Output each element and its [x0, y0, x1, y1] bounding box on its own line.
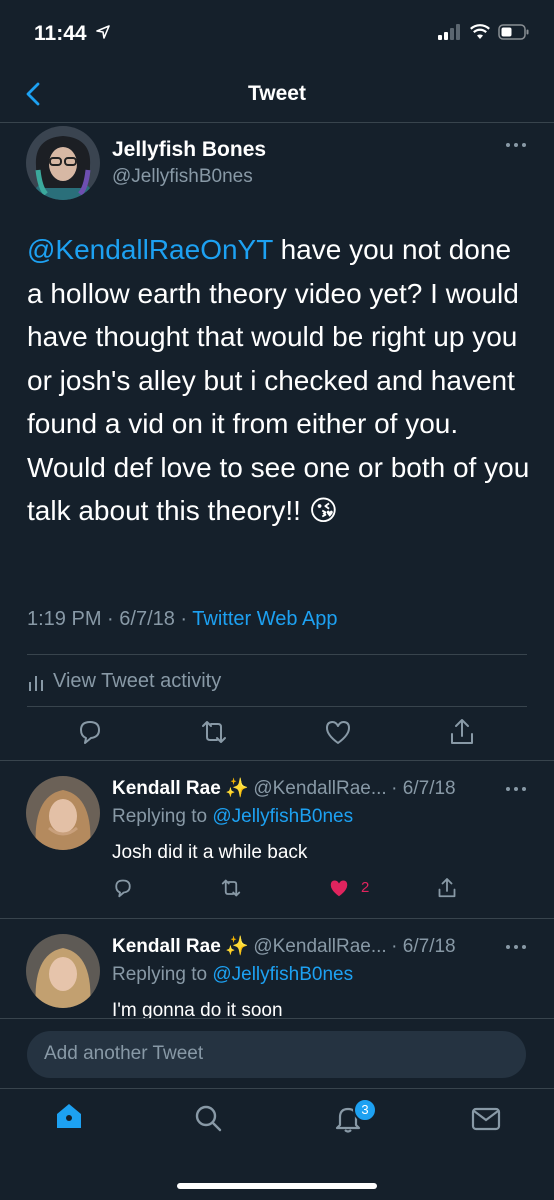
like-icon[interactable] — [322, 716, 354, 748]
reply-avatar[interactable] — [26, 934, 100, 1008]
reply-text: Josh did it a while back — [112, 842, 308, 863]
replying-to-link[interactable]: @JellyfishB0nes — [212, 806, 353, 827]
location-arrow-icon — [96, 25, 111, 39]
compose-placeholder: Add another Tweet — [44, 1043, 204, 1064]
author-name[interactable]: Jellyfish Bones — [112, 138, 266, 162]
replying-to-link[interactable]: @JellyfishB0nes — [212, 964, 353, 985]
like-count: 2 — [361, 879, 370, 896]
author-avatar[interactable] — [26, 126, 100, 200]
battery-icon — [498, 24, 529, 40]
share-icon[interactable] — [446, 716, 478, 748]
header-divider — [0, 122, 554, 123]
reply-author-handle[interactable]: @KendallRae... — [253, 936, 386, 957]
tweet-time: 1:19 PM — [27, 608, 102, 630]
retweet-icon[interactable] — [219, 876, 243, 900]
reply-text: I'm gonna do it soon — [112, 1000, 283, 1018]
more-icon[interactable] — [505, 786, 527, 792]
share-icon[interactable] — [435, 876, 459, 900]
page-title: Tweet — [248, 82, 306, 105]
main-tweet-divider — [0, 760, 554, 761]
view-activity-label: View Tweet activity — [53, 670, 222, 692]
compose-divider — [0, 1018, 554, 1019]
home-indicator — [177, 1183, 377, 1189]
more-icon[interactable] — [505, 142, 527, 148]
replying-to-label: Replying to — [112, 806, 213, 827]
status-time: 11:44 — [34, 22, 111, 46]
reply-header: Kendall Rae ✨ @KendallRae... · 6/7/18 — [112, 934, 456, 958]
reply-avatar-image — [26, 776, 100, 850]
reply-avatar[interactable] — [26, 776, 100, 850]
reply-author-handle[interactable]: @KendallRae... — [253, 778, 386, 799]
reply-avatar-image — [26, 934, 100, 1008]
tweet-text: @KendallRaeOnYT have you not done a holl… — [27, 228, 532, 533]
status-time-text: 11:44 — [34, 22, 87, 45]
tweet-source-link[interactable]: Twitter Web App — [192, 608, 337, 630]
reply-icon[interactable] — [74, 716, 106, 748]
reply-author-name[interactable]: Kendall Rae — [112, 778, 221, 799]
sparkles-icon: ✨ — [225, 936, 249, 957]
replying-to: Replying to @JellyfishB0nes — [112, 964, 353, 986]
liked-heart-icon[interactable] — [327, 876, 351, 900]
view-activity-link[interactable]: View Tweet activity — [27, 670, 221, 693]
tweet-mention-link[interactable]: @KendallRaeOnYT — [27, 234, 273, 265]
reply-author-name[interactable]: Kendall Rae — [112, 936, 221, 957]
more-icon[interactable] — [505, 944, 527, 950]
reply-date: · 6/7/18 — [391, 936, 456, 957]
reply-divider — [0, 918, 554, 919]
tweet-meta: 1:19 PM · 6/7/18 · Twitter Web App — [27, 608, 338, 631]
notifications-badge: 3 — [353, 1098, 377, 1122]
status-indicators — [438, 24, 530, 40]
retweet-icon[interactable] — [198, 716, 230, 748]
meta-separator-2: · — [174, 608, 193, 630]
meta-divider — [27, 654, 527, 655]
reply-tweet[interactable]: Kendall Rae ✨ @KendallRae... · 6/7/18 Re… — [0, 762, 554, 916]
tweet-date: 6/7/18 — [119, 608, 175, 630]
messages-icon[interactable] — [471, 1106, 501, 1132]
reply-tweet[interactable]: Kendall Rae ✨ @KendallRae... · 6/7/18 Re… — [0, 920, 554, 1018]
reply-header: Kendall Rae ✨ @KendallRae... · 6/7/18 — [112, 776, 456, 800]
author-handle[interactable]: @JellyfishB0nes — [112, 166, 253, 188]
reply-date: · 6/7/18 — [391, 778, 456, 799]
wifi-icon — [470, 24, 490, 39]
bar-chart-icon — [29, 675, 43, 691]
signal-icon — [438, 24, 460, 40]
replying-to-label: Replying to — [112, 964, 213, 985]
activity-divider — [27, 706, 527, 707]
reply-icon[interactable] — [111, 876, 135, 900]
home-icon[interactable] — [53, 1100, 85, 1132]
sparkles-icon: ✨ — [225, 778, 249, 799]
search-icon[interactable] — [193, 1103, 223, 1133]
replying-to: Replying to @JellyfishB0nes — [112, 806, 353, 828]
meta-separator-1: · — [101, 608, 120, 630]
tabbar-divider — [0, 1088, 554, 1089]
author-avatar-image — [26, 126, 100, 200]
tweet-body: have you not done a hollow earth theory … — [27, 234, 530, 526]
